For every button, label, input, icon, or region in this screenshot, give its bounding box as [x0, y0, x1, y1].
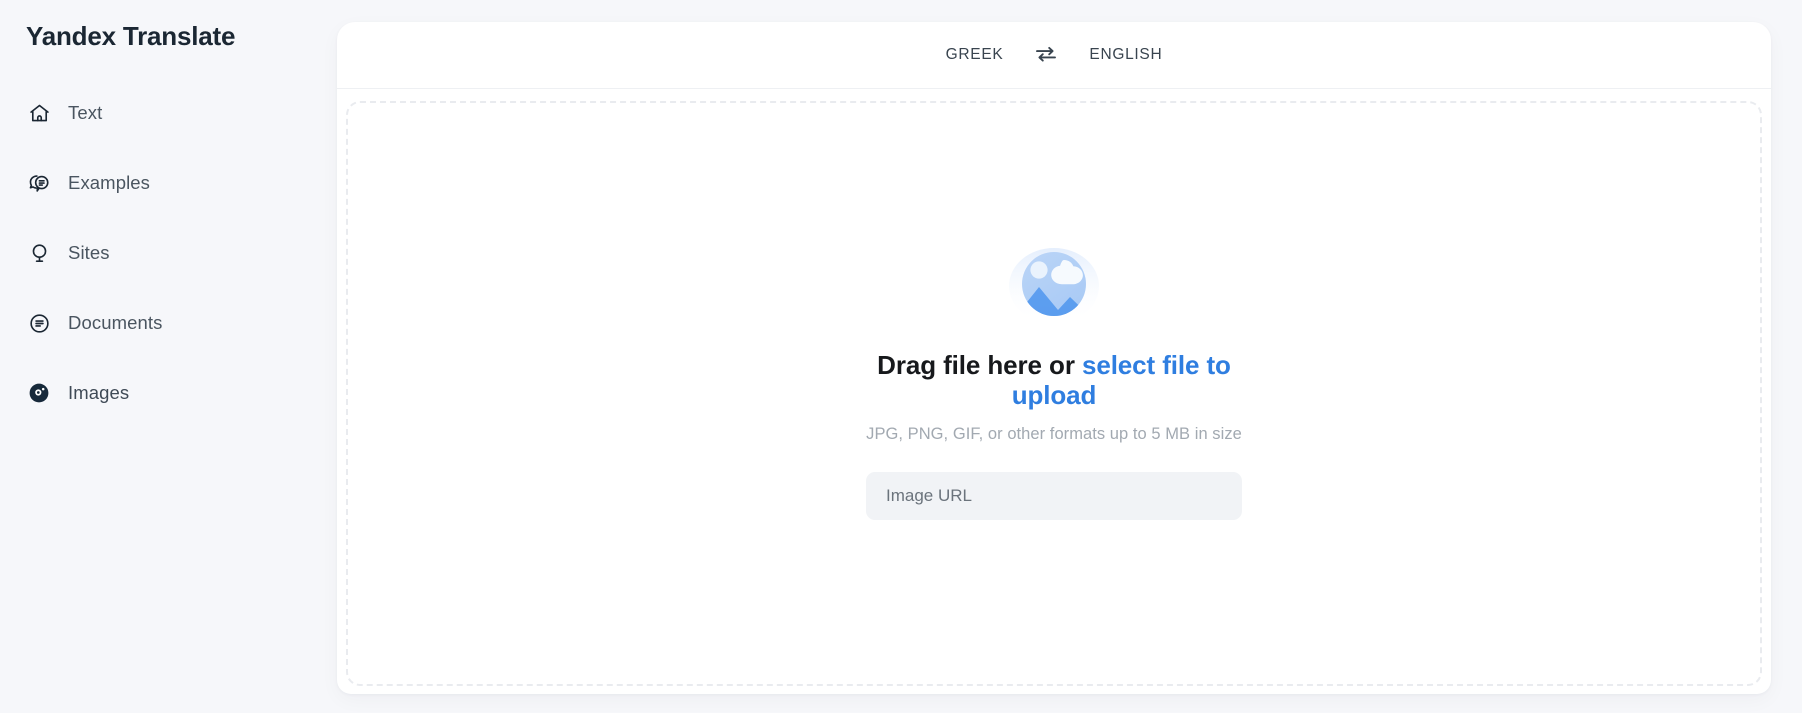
chat-bubbles-icon: [26, 170, 52, 196]
document-circle-icon: [26, 310, 52, 336]
sidebar: Yandex Translate Text Examples Sites Doc…: [0, 0, 337, 713]
sidebar-item-images[interactable]: Images: [26, 375, 306, 411]
images-camera-icon: [26, 380, 52, 406]
dropzone-subtitle: JPG, PNG, GIF, or other formats up to 5 …: [866, 425, 1242, 444]
page-title: Yandex Translate: [26, 21, 236, 51]
sidebar-item-sites[interactable]: Sites: [26, 235, 306, 271]
language-bar: GREEK ENGLISH: [337, 22, 1771, 89]
sidebar-item-label: Images: [68, 382, 130, 403]
image-placeholder-icon: [1006, 242, 1102, 326]
sidebar-nav: Text Examples Sites Documents Images: [26, 95, 306, 411]
sidebar-item-label: Text: [68, 102, 103, 123]
swap-languages-button[interactable]: [1031, 42, 1061, 68]
file-dropzone[interactable]: Drag file here or select file to upload …: [346, 101, 1762, 686]
globe-stand-icon: [26, 240, 52, 266]
sidebar-item-label: Examples: [68, 172, 151, 193]
sidebar-item-text[interactable]: Text: [26, 95, 306, 131]
language-selector-group: GREEK ENGLISH: [940, 42, 1169, 68]
dropzone-title-prefix: Drag file here or: [877, 350, 1082, 380]
image-url-input[interactable]: [866, 471, 1242, 520]
home-icon: [26, 100, 52, 126]
app-root: Yandex Translate Text Examples Sites Doc…: [0, 0, 1802, 713]
source-language-button[interactable]: GREEK: [940, 42, 1010, 68]
sidebar-item-documents[interactable]: Documents: [26, 305, 306, 341]
dropzone-title: Drag file here or select file to upload: [866, 350, 1242, 410]
target-language-button[interactable]: ENGLISH: [1083, 42, 1168, 68]
sidebar-item-examples[interactable]: Examples: [26, 165, 306, 201]
swap-arrows-icon: [1034, 44, 1058, 67]
main-panel: GREEK ENGLISH Drag file here or select f…: [337, 22, 1771, 694]
sidebar-item-label: Sites: [68, 242, 110, 263]
sidebar-item-label: Documents: [68, 312, 163, 333]
